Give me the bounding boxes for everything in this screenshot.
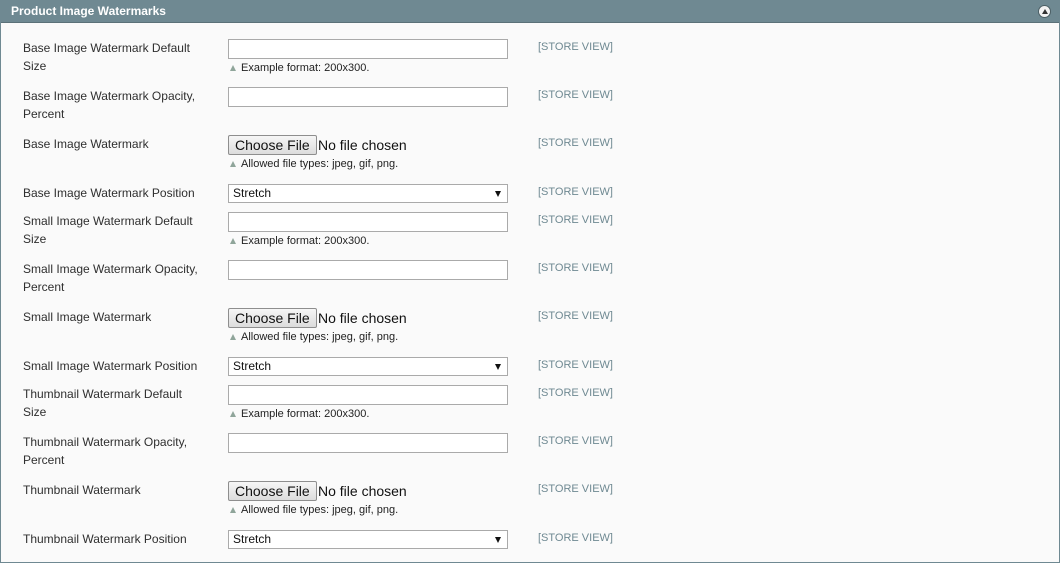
file-status: No file chosen <box>318 310 407 326</box>
note-text: Example format: 200x300. <box>241 408 370 420</box>
small-default-size-input[interactable] <box>228 212 508 232</box>
note-arrow-icon <box>230 507 236 513</box>
field-note: Allowed file types: jpeg, gif, png. <box>230 157 398 171</box>
field-label: Small Image Watermark Default Size <box>23 214 193 246</box>
watermarks-panel: Product Image Watermarks Base Image Wate… <box>0 0 1060 563</box>
thumbnail-default-size-input[interactable] <box>228 385 508 405</box>
file-status: No file chosen <box>318 483 407 499</box>
note-arrow-icon <box>230 65 236 71</box>
dropdown-arrow-icon <box>495 191 501 197</box>
note-arrow-icon <box>230 238 236 244</box>
scope-label: [STORE VIEW] <box>538 483 613 495</box>
field-label: Small Image Watermark Position <box>23 359 198 373</box>
field-note: Allowed file types: jpeg, gif, png. <box>230 503 398 517</box>
field-label: Thumbnail Watermark Position <box>23 532 187 546</box>
field-label: Thumbnail Watermark Opacity, Percent <box>23 435 188 467</box>
note-arrow-icon <box>230 161 236 167</box>
thumbnail-opacity-input[interactable] <box>228 433 508 453</box>
select-value: Stretch <box>233 186 272 200</box>
scope-label: [STORE VIEW] <box>538 89 613 101</box>
field-note: Example format: 200x300. <box>230 234 369 248</box>
scope-label: [STORE VIEW] <box>538 186 613 198</box>
field-label: Base Image Watermark Opacity, Percent <box>23 89 196 121</box>
scope-label: [STORE VIEW] <box>538 387 613 399</box>
base-default-size-input[interactable] <box>228 39 508 59</box>
scope-label: [STORE VIEW] <box>538 262 613 274</box>
field-note: Allowed file types: jpeg, gif, png. <box>230 330 398 344</box>
dropdown-arrow-icon <box>495 537 501 543</box>
note-arrow-icon <box>230 334 236 340</box>
select-value: Stretch <box>233 359 272 373</box>
field-label: Small Image Watermark Opacity, Percent <box>23 262 198 294</box>
note-text: Example format: 200x300. <box>241 62 370 74</box>
field-label: Thumbnail Watermark <box>23 483 141 497</box>
select-value: Stretch <box>233 532 272 546</box>
note-text: Allowed file types: jpeg, gif, png. <box>241 504 399 516</box>
field-label: Base Image Watermark <box>23 137 149 151</box>
base-choose-file-button[interactable]: Choose File <box>228 135 317 155</box>
field-label: Base Image Watermark Default Size <box>23 41 190 73</box>
scope-label: [STORE VIEW] <box>538 310 613 322</box>
small-choose-file-button[interactable]: Choose File <box>228 308 317 328</box>
note-text: Allowed file types: jpeg, gif, png. <box>241 158 399 170</box>
note-text: Allowed file types: jpeg, gif, png. <box>241 331 399 343</box>
scope-label: [STORE VIEW] <box>538 214 613 226</box>
scope-label: [STORE VIEW] <box>538 359 613 371</box>
scope-label: [STORE VIEW] <box>538 532 613 544</box>
field-label: Small Image Watermark <box>23 310 152 324</box>
field-note: Example format: 200x300. <box>230 407 369 421</box>
scope-label: [STORE VIEW] <box>538 137 613 149</box>
small-opacity-input[interactable] <box>228 260 508 280</box>
dropdown-arrow-icon <box>495 364 501 370</box>
collapse-icon[interactable] <box>1038 5 1051 18</box>
section-header[interactable]: Product Image Watermarks <box>1 1 1059 23</box>
thumbnail-choose-file-button[interactable]: Choose File <box>228 481 317 501</box>
scope-label: [STORE VIEW] <box>538 41 613 53</box>
file-status: No file chosen <box>318 137 407 153</box>
note-text: Example format: 200x300. <box>241 235 370 247</box>
note-arrow-icon <box>230 411 236 417</box>
section-title: Product Image Watermarks <box>11 4 166 18</box>
thumbnail-position-select[interactable]: Stretch <box>228 530 508 549</box>
scope-label: [STORE VIEW] <box>538 435 613 447</box>
field-label: Thumbnail Watermark Default Size <box>23 387 182 419</box>
base-opacity-input[interactable] <box>228 87 508 107</box>
base-position-select[interactable]: Stretch <box>228 184 508 203</box>
small-position-select[interactable]: Stretch <box>228 357 508 376</box>
field-label: Base Image Watermark Position <box>23 186 195 200</box>
field-note: Example format: 200x300. <box>230 61 369 75</box>
